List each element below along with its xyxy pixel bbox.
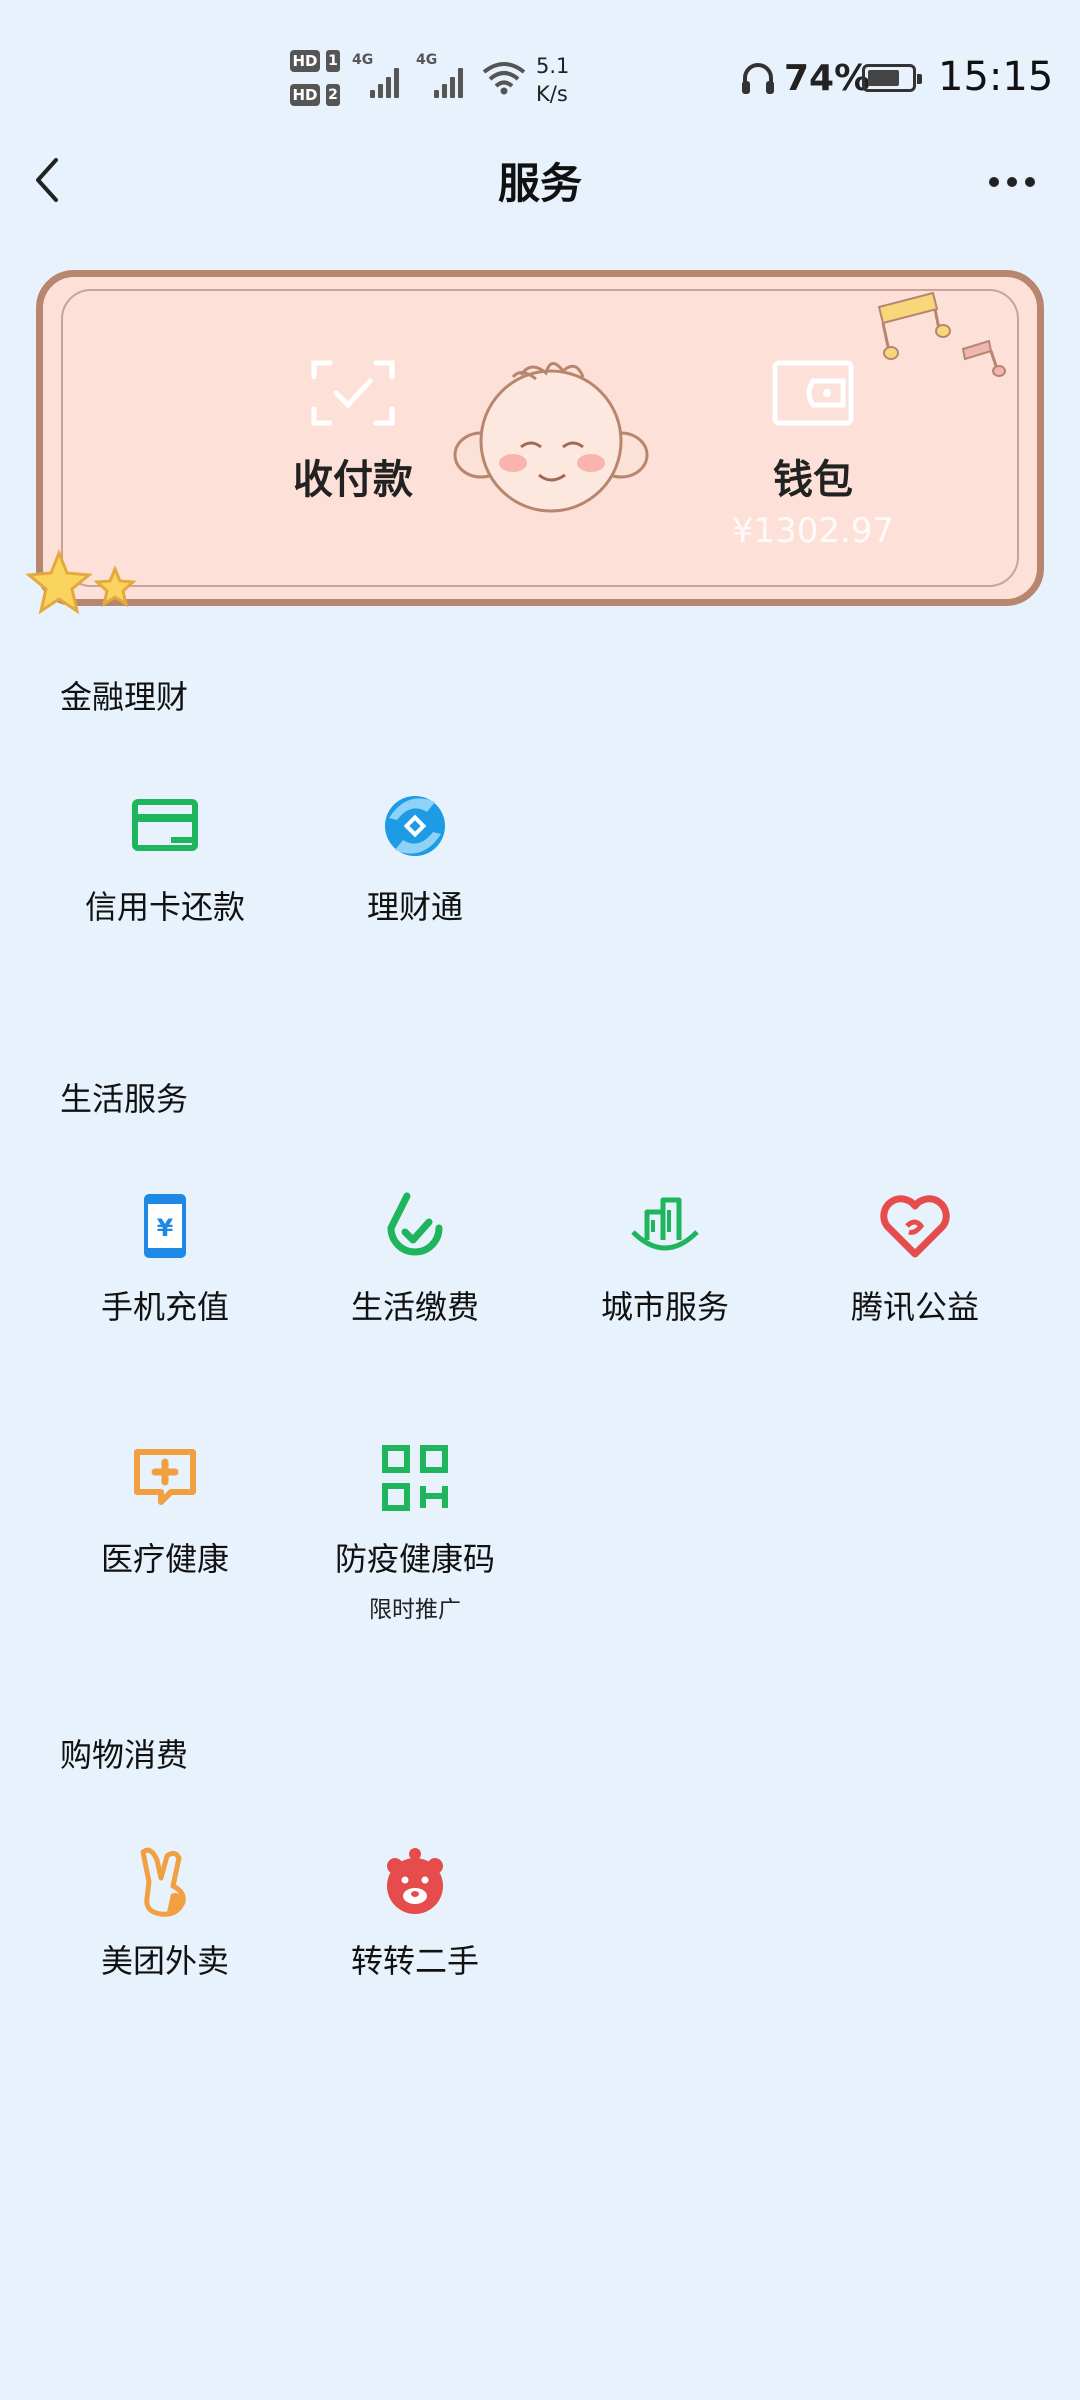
- baby-mascot-icon: [453, 362, 649, 513]
- hd2-badge: HD: [290, 84, 320, 106]
- item-label: 城市服务: [600, 1288, 729, 1326]
- health-code-qr-icon: [382, 1445, 448, 1511]
- page-title: 服务: [497, 159, 582, 208]
- pay-receive-label: 收付款: [293, 457, 413, 503]
- wallet-card: 收付款 钱包 ¥1302.97: [25, 270, 1044, 615]
- item-label: 医疗健康: [100, 1540, 229, 1578]
- medical-health-icon: [134, 1449, 196, 1505]
- tencent-charity-button[interactable]: 腾讯公益: [805, 1188, 1025, 1328]
- credit-card-icon: [132, 799, 198, 851]
- hd2-number: 2: [326, 84, 340, 106]
- licaitong-icon: [385, 796, 445, 856]
- zhuanzhuan-button[interactable]: 转转二手: [305, 1842, 525, 1982]
- credit-card-repay-button[interactable]: 信用卡还款: [55, 788, 275, 928]
- headset-icon: [742, 63, 774, 94]
- item-label: 防疫健康码: [334, 1540, 495, 1578]
- hd1-number: 1: [326, 50, 340, 72]
- promo-tag: 限时推广: [369, 1597, 461, 1623]
- battery-icon: [862, 64, 922, 92]
- section-title-shopping: 购物消费: [60, 1736, 189, 1774]
- phone-recharge-icon: ¥: [144, 1194, 186, 1258]
- wallet-label: 钱包: [773, 457, 853, 503]
- wallet-icon: [772, 360, 854, 426]
- licaitong-button[interactable]: 理财通: [305, 788, 525, 928]
- utility-payment-button[interactable]: 生活缴费: [305, 1188, 525, 1328]
- battery-level-fill: [868, 70, 899, 86]
- item-label: 转转二手: [350, 1942, 479, 1980]
- status-bar: HD HD 1 2 4G 4G 5.1 K/s 74% 15:15: [0, 0, 1080, 160]
- meituan-waimai-button[interactable]: 美团外卖: [55, 1842, 275, 1982]
- wifi-icon: [482, 62, 526, 95]
- pay-receive-button[interactable]: 收付款: [253, 357, 453, 505]
- city-service-button[interactable]: 城市服务: [555, 1188, 775, 1328]
- item-label: 手机充值: [100, 1288, 229, 1326]
- item-label: 美团外卖: [100, 1942, 229, 1980]
- item-label: 生活缴费: [350, 1288, 479, 1326]
- svg-text:¥: ¥: [157, 1214, 174, 1242]
- scan-check-icon: [311, 360, 395, 426]
- wallet-balance: ¥1302.97: [731, 511, 895, 551]
- section-title-life: 生活服务: [60, 1080, 189, 1118]
- more-options-icon[interactable]: [984, 166, 1044, 196]
- stars-decoration-icon: [25, 548, 137, 615]
- item-label: 理财通: [366, 888, 463, 926]
- health-code-button[interactable]: 防疫健康码 限时推广: [305, 1440, 525, 1624]
- item-label: 腾讯公益: [850, 1288, 979, 1326]
- hd-indicators: HD HD 1 2: [290, 50, 340, 118]
- clock: 15:15: [938, 54, 1054, 100]
- phone-recharge-button[interactable]: ¥ 手机充值: [55, 1188, 275, 1328]
- zhuanzhuan-icon: [387, 1848, 443, 1914]
- section-title-finance: 金融理财: [60, 678, 189, 716]
- network-speed: 5.1 K/s: [536, 54, 570, 106]
- medical-health-button[interactable]: 医疗健康: [55, 1440, 275, 1580]
- hd1-badge: HD: [290, 50, 320, 72]
- battery-percent: 74%: [784, 58, 871, 99]
- utility-payment-icon: [387, 1192, 443, 1256]
- city-service-icon: [631, 1197, 699, 1251]
- meituan-rabbit-icon: [140, 1847, 186, 1917]
- item-label: 信用卡还款: [84, 888, 245, 926]
- music-notes-icon: [877, 291, 1006, 377]
- charity-heart-icon: [880, 1195, 950, 1258]
